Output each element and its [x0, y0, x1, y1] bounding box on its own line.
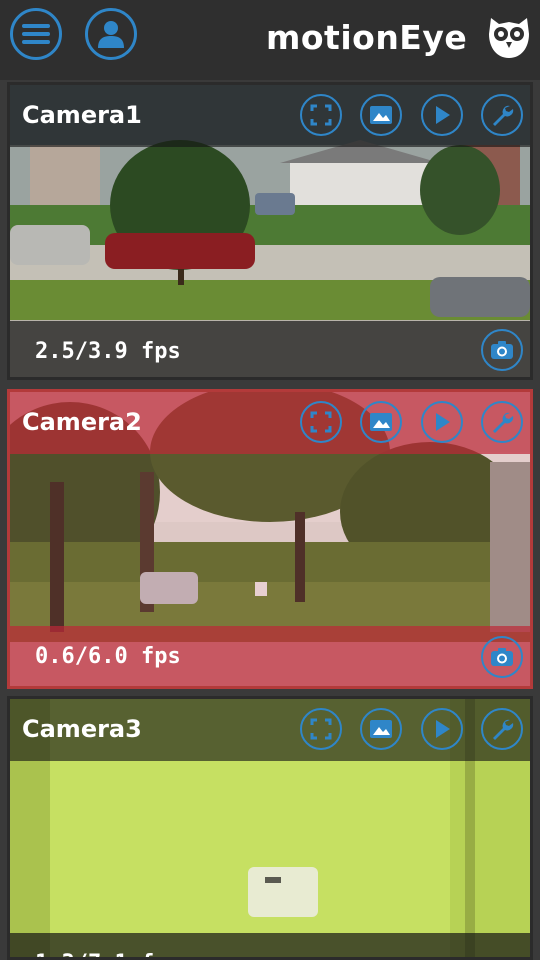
camera-2-pictures-button[interactable]: [360, 401, 402, 443]
fullscreen-icon: [310, 718, 332, 740]
wrench-settings-icon: [493, 412, 514, 433]
camera-2-play-button[interactable]: [421, 401, 463, 443]
wrench-settings-icon: [493, 105, 514, 126]
pictures-icon: [370, 106, 392, 124]
fullscreen-icon: [310, 411, 332, 433]
camera-1-play-button[interactable]: [421, 94, 463, 136]
camera-1-pictures-button[interactable]: [360, 94, 402, 136]
camera-1-name: Camera1: [22, 101, 142, 129]
camera-frame-2[interactable]: Camera2 0.6/6.0 fps: [7, 389, 533, 689]
camera-1-settings-button[interactable]: [481, 94, 523, 136]
play-icon: [436, 413, 450, 431]
top-bar: motionEye: [0, 0, 540, 80]
camera-3-play-button[interactable]: [421, 708, 463, 750]
user-button[interactable]: [85, 8, 137, 60]
camera-frame-1[interactable]: Camera1 2.5/3.9 fps: [7, 82, 533, 380]
camera-1-snapshot-button[interactable]: [481, 329, 523, 371]
snapshot-camera-icon: [491, 648, 513, 666]
camera-2-settings-button[interactable]: [481, 401, 523, 443]
camera-2-fullscreen-button[interactable]: [300, 401, 342, 443]
camera-2-name: Camera2: [22, 408, 142, 436]
camera-2-fps: 0.6/6.0 fps: [35, 644, 181, 669]
camera-1-fps: 2.5/3.9 fps: [35, 339, 181, 364]
camera-3-name: Camera3: [22, 715, 142, 743]
pictures-icon: [370, 720, 392, 738]
play-icon: [436, 106, 450, 124]
user-icon: [98, 21, 124, 48]
camera-3-fps: 1.3/7.1 fps: [35, 951, 181, 957]
pictures-icon: [370, 413, 392, 431]
play-icon: [436, 720, 450, 738]
camera-2-snapshot-button[interactable]: [481, 636, 523, 678]
owl-logo-icon: [489, 18, 529, 58]
camera-frame-3[interactable]: Camera3 1.3/7.1 fps: [7, 696, 533, 960]
camera-3-fullscreen-button[interactable]: [300, 708, 342, 750]
hamburger-menu-icon: [22, 24, 50, 44]
camera-1-fullscreen-button[interactable]: [300, 94, 342, 136]
camera-3-settings-button[interactable]: [481, 708, 523, 750]
wrench-settings-icon: [493, 719, 514, 740]
fullscreen-icon: [310, 104, 332, 126]
menu-button[interactable]: [10, 8, 62, 60]
snapshot-camera-icon: [491, 341, 513, 359]
app-title: motionEye: [266, 18, 468, 57]
camera-3-pictures-button[interactable]: [360, 708, 402, 750]
